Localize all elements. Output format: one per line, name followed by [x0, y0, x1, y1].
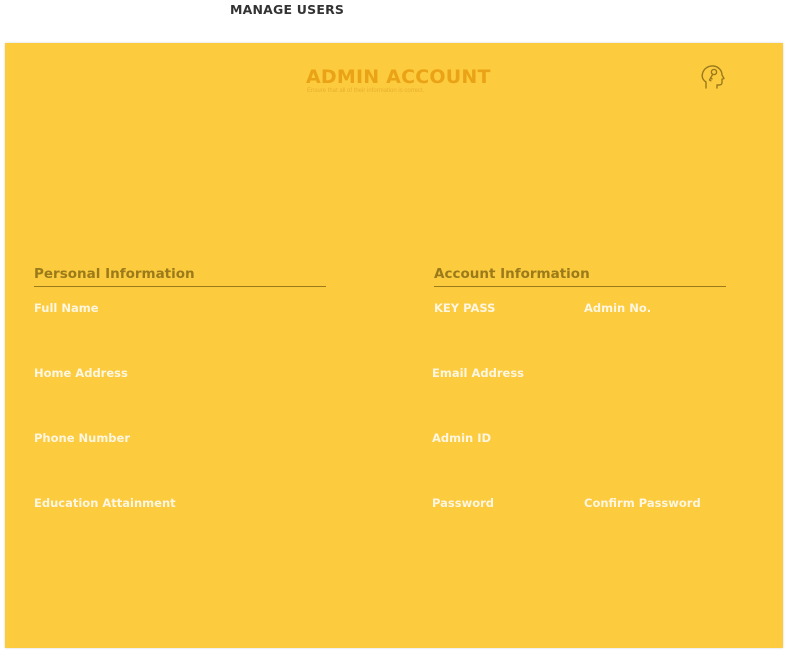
personal-info-heading: Personal Information: [34, 266, 195, 282]
education-attainment-label: Education Attainment: [34, 496, 176, 510]
email-address-label: Email Address: [432, 366, 525, 380]
account-info-divider: [434, 286, 726, 287]
page-title: MANAGE USERS: [230, 2, 345, 17]
panel-subtitle: Ensure that all of their information is …: [307, 88, 425, 94]
account-info-heading: Account Information: [434, 266, 590, 282]
admin-id-label: Admin ID: [432, 431, 492, 445]
panel-title: ADMIN ACCOUNT: [306, 66, 491, 88]
phone-number-label: Phone Number: [34, 431, 131, 445]
password-label: Password: [432, 496, 494, 510]
confirm-password-label: Confirm Password: [584, 496, 701, 510]
admin-account-panel: ADMIN ACCOUNT Ensure that all of their i…: [5, 43, 783, 648]
personal-info-divider: [34, 286, 326, 287]
admin-no-label: Admin No.: [584, 301, 652, 315]
key-head-icon: [698, 61, 728, 91]
full-name-label: Full Name: [34, 301, 99, 315]
page: MANAGE USERS ADMIN ACCOUNT Ensure that a…: [0, 0, 785, 651]
home-address-label: Home Address: [34, 366, 128, 380]
key-pass-label: KEY PASS: [434, 301, 496, 315]
panel-header: ADMIN ACCOUNT Ensure that all of their i…: [306, 66, 491, 94]
